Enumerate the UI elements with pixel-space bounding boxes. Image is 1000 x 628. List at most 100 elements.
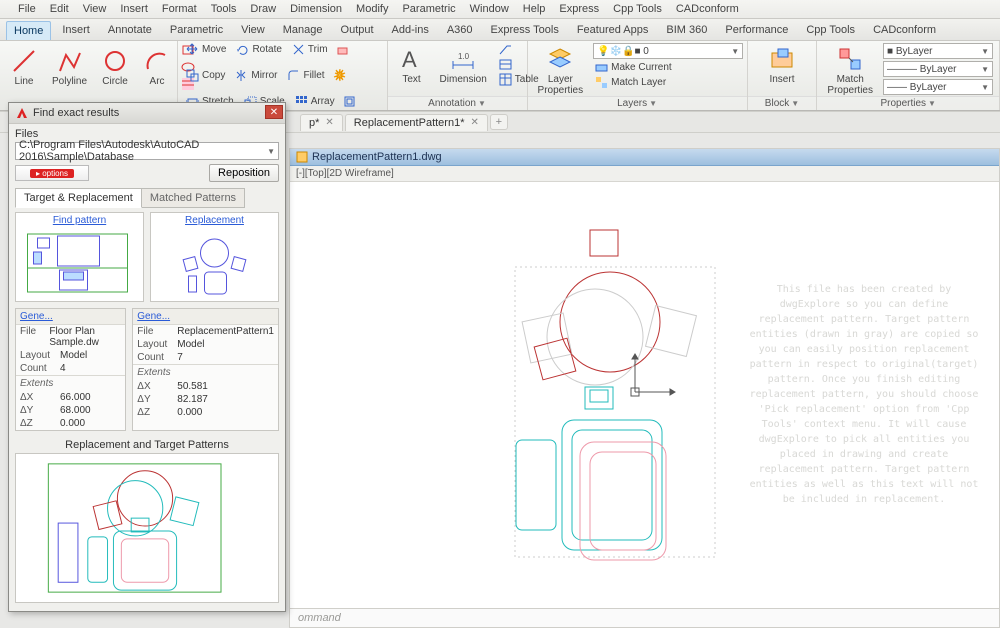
menu-parametric[interactable]: Parametric — [402, 3, 455, 15]
close-icon[interactable]: ✕ — [470, 117, 478, 128]
tab-home[interactable]: Home — [6, 21, 51, 40]
merged-thumb — [16, 454, 278, 602]
tab-insert[interactable]: Insert — [55, 21, 97, 40]
menu-view[interactable]: View — [83, 3, 107, 15]
merged-label: Replacement and Target Patterns — [15, 439, 279, 451]
find-pattern-link[interactable]: Find pattern — [16, 215, 143, 226]
menu-format[interactable]: Format — [162, 3, 197, 15]
dwg-file-icon — [296, 151, 308, 163]
tab-express[interactable]: Express Tools — [484, 21, 566, 40]
close-icon[interactable]: ✕ — [325, 117, 333, 128]
circle-icon — [101, 47, 129, 75]
layer-properties-button[interactable]: Layer Properties — [534, 43, 588, 98]
replacement-thumb — [151, 228, 278, 298]
match-layer-button[interactable]: Match Layer — [593, 76, 668, 89]
menu-file[interactable]: File — [18, 3, 36, 15]
menu-tools[interactable]: Tools — [211, 3, 237, 15]
menu-draw[interactable]: Draw — [250, 3, 276, 15]
array-button[interactable]: Array — [293, 95, 337, 108]
tab-addins[interactable]: Add-ins — [385, 21, 436, 40]
make-current-icon — [595, 61, 608, 74]
polyline-button[interactable]: Polyline — [48, 45, 91, 89]
ribbon-group-properties: Match Properties ■ ByLayer▼ ——— ByLayer▼… — [817, 41, 1000, 110]
menu-edit[interactable]: Edit — [50, 3, 69, 15]
drawing-canvas[interactable]: This file has been created by dwgExplore… — [290, 182, 999, 624]
viewport-label[interactable]: [-][Top][2D Wireframe] — [290, 166, 999, 182]
app-icon — [15, 106, 29, 120]
menu-modify[interactable]: Modify — [356, 3, 388, 15]
tab-a360[interactable]: A360 — [440, 21, 480, 40]
dimension-icon: 1.0 — [449, 45, 477, 73]
line-icon — [10, 47, 38, 75]
line-button[interactable]: Line — [6, 45, 42, 89]
multileader-icon — [499, 58, 512, 71]
circle-button[interactable]: Circle — [97, 45, 133, 89]
rotate-icon — [236, 43, 249, 56]
text-button[interactable]: AText — [394, 43, 430, 87]
panel-titlebar[interactable]: Find exact results ✕ — [9, 103, 285, 124]
add-tab-button[interactable]: + — [490, 114, 508, 130]
make-current-button[interactable]: Make Current — [593, 61, 674, 74]
menu-bar: File Edit View Insert Format Tools Draw … — [0, 0, 1000, 19]
tab-featured[interactable]: Featured Apps — [570, 21, 656, 40]
tab-manage[interactable]: Manage — [276, 21, 330, 40]
fillet-button[interactable]: Fillet — [285, 69, 326, 82]
ribbon-group-draw: Line Polyline Circle Arc — [0, 41, 178, 110]
tab-cadconform[interactable]: CADconform — [866, 21, 943, 40]
menu-express[interactable]: Express — [559, 3, 599, 15]
insert-button[interactable]: Insert — [754, 43, 811, 87]
arc-button[interactable]: Arc — [139, 45, 175, 89]
layer-combo[interactable]: 💡❄️🔒■ 0▼ — [593, 43, 743, 59]
trim-button[interactable]: Trim — [290, 43, 330, 56]
color-combo[interactable]: ■ ByLayer▼ — [883, 43, 993, 59]
menu-window[interactable]: Window — [470, 3, 509, 15]
tab-output[interactable]: Output — [334, 21, 381, 40]
subtab-matched[interactable]: Matched Patterns — [142, 188, 245, 208]
tab-bim360[interactable]: BIM 360 — [659, 21, 714, 40]
copy-button[interactable]: Copy — [184, 69, 227, 82]
offset-icon[interactable] — [343, 95, 356, 108]
tab-annotate[interactable]: Annotate — [101, 21, 159, 40]
doc-tab-2[interactable]: ReplacementPattern1*✕ — [345, 114, 488, 131]
menu-help[interactable]: Help — [523, 3, 546, 15]
menu-cpptools[interactable]: Cpp Tools — [613, 3, 662, 15]
menu-dimension[interactable]: Dimension — [290, 3, 342, 15]
move-button[interactable]: Move — [184, 43, 228, 56]
match-properties-button[interactable]: Match Properties — [823, 43, 877, 98]
ribbon-group-block: Insert Block▼ — [748, 41, 818, 110]
explode-icon[interactable] — [333, 69, 346, 82]
subtab-target[interactable]: Target & Replacement — [15, 188, 142, 208]
find-panel: Find exact results ✕ Files C:\Program Fi… — [8, 102, 286, 612]
ribbon-tabs: Home Insert Annotate Parametric View Man… — [0, 19, 1000, 41]
workspace: ReplacementPattern1.dwg [-][Top][2D Wire… — [289, 148, 1000, 628]
linetype-combo[interactable]: ——— ByLayer▼ — [883, 61, 993, 77]
ribbon: Line Polyline Circle Arc MoveRotateTrim … — [0, 41, 1000, 111]
command-line[interactable]: ommand — [290, 608, 999, 627]
doc-tab-1[interactable]: p*✕ — [300, 114, 343, 131]
insert-icon — [768, 45, 796, 73]
erase-icon[interactable] — [336, 43, 349, 56]
tab-view[interactable]: View — [234, 21, 272, 40]
dimension-button[interactable]: 1.0Dimension — [436, 43, 491, 87]
close-button[interactable]: ✕ — [265, 105, 283, 119]
panel-title-text: Find exact results — [33, 107, 119, 119]
logo-button[interactable]: ▸ options — [15, 165, 89, 181]
lineweight-combo[interactable]: —— ByLayer▼ — [883, 79, 993, 95]
tab-performance[interactable]: Performance — [718, 21, 795, 40]
reposition-button[interactable]: Reposition — [209, 164, 279, 182]
tab-cpptools[interactable]: Cpp Tools — [799, 21, 862, 40]
files-dropdown[interactable]: C:\Program Files\Autodesk\AutoCAD 2016\S… — [15, 142, 279, 160]
mirror-button[interactable]: Mirror — [233, 69, 279, 82]
gene-header[interactable]: Gene... — [16, 309, 125, 325]
replacement-link[interactable]: Replacement — [151, 215, 278, 226]
menu-insert[interactable]: Insert — [120, 3, 148, 15]
menu-cadconform[interactable]: CADconform — [676, 3, 739, 15]
file-name: ReplacementPattern1.dwg — [312, 151, 442, 163]
tab-parametric[interactable]: Parametric — [163, 21, 230, 40]
trim-icon — [292, 43, 305, 56]
replacement-info-table: Gene... FileReplacementPattern1 LayoutMo… — [132, 308, 279, 431]
rotate-button[interactable]: Rotate — [234, 43, 283, 56]
polyline-icon — [56, 47, 84, 75]
gene-header[interactable]: Gene... — [133, 309, 278, 325]
find-pattern-thumb — [16, 228, 143, 298]
